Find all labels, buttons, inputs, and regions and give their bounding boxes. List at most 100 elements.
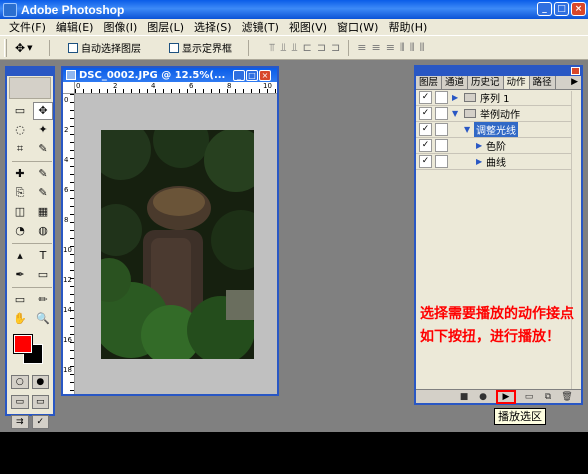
- eyedropper-tool-icon[interactable]: ✏: [33, 291, 53, 309]
- align-left-icon[interactable]: ⊏: [303, 41, 312, 55]
- collapse-triangle-icon[interactable]: ▼: [464, 125, 474, 134]
- zoom-tool-icon[interactable]: 🔍: [33, 310, 53, 328]
- collapse-triangle-icon[interactable]: ▼: [452, 109, 462, 118]
- tool-preset-picker[interactable]: ✥ ▼: [15, 41, 41, 55]
- panel-title-bar[interactable]: [416, 67, 581, 76]
- menu-filter[interactable]: 滤镜(T): [237, 19, 284, 35]
- clone-stamp-tool-icon[interactable]: ⎘: [10, 184, 30, 202]
- menu-layer[interactable]: 图层(L): [142, 19, 189, 35]
- distribute-right-icon[interactable]: ⦀: [420, 41, 425, 55]
- distribute-hcenter-icon[interactable]: ⦀: [410, 41, 415, 55]
- align-top-icon[interactable]: ⫪: [269, 41, 275, 55]
- align-right-icon[interactable]: ⊐: [331, 41, 340, 55]
- move-tool-icon[interactable]: ✥: [33, 102, 53, 120]
- expand-triangle-icon[interactable]: ▶: [452, 93, 462, 102]
- full-screen-menu-icon[interactable]: ▭: [31, 395, 49, 409]
- edit-in-imageready-icon[interactable]: ✓: [31, 415, 49, 429]
- foreground-color-swatch[interactable]: [13, 334, 33, 354]
- distribute-bottom-icon[interactable]: ≡: [386, 41, 395, 55]
- distribute-left-icon[interactable]: ⦀: [400, 41, 405, 55]
- new-set-icon[interactable]: ▭: [523, 392, 535, 402]
- dialog-toggle[interactable]: [435, 123, 448, 136]
- toggle-check-icon[interactable]: ✓: [419, 139, 432, 152]
- doc-minimize-button[interactable]: _: [233, 69, 245, 81]
- toggle-check-icon[interactable]: ✓: [419, 91, 432, 104]
- new-action-icon[interactable]: ⧉: [542, 392, 554, 402]
- checkbox-box[interactable]: [169, 42, 179, 53]
- panel-menu-arrow-icon[interactable]: ▶: [568, 76, 581, 89]
- toolbox-title-bar[interactable]: [7, 68, 53, 76]
- notes-tool-icon[interactable]: ▭: [10, 291, 30, 309]
- action-row-curves[interactable]: ✓ ▶ 曲线: [416, 154, 581, 170]
- menu-help[interactable]: 帮助(H): [383, 19, 432, 35]
- tab-actions[interactable]: 动作: [503, 76, 530, 89]
- tab-layers[interactable]: 图层: [416, 76, 443, 89]
- show-bounds-checkbox[interactable]: 显示定界框: [169, 40, 232, 55]
- slice-tool-icon[interactable]: ✎: [33, 140, 53, 158]
- distribute-top-icon[interactable]: ≡: [357, 41, 366, 55]
- quick-mask-mode-icon[interactable]: ●: [31, 375, 49, 389]
- doc-close-button[interactable]: ×: [259, 69, 271, 81]
- adobe-feather-logo[interactable]: [9, 77, 51, 99]
- marquee-tool-icon[interactable]: ▭: [10, 102, 30, 120]
- canvas-area[interactable]: [76, 95, 277, 394]
- stop-icon[interactable]: ■: [458, 392, 470, 402]
- gradient-tool-icon[interactable]: ▦: [33, 203, 53, 221]
- menu-image[interactable]: 图像(I): [98, 19, 142, 35]
- hand-tool-icon[interactable]: ✋: [10, 310, 30, 328]
- lasso-tool-icon[interactable]: ◌: [10, 121, 30, 139]
- standard-mode-icon[interactable]: ○: [11, 375, 29, 389]
- jump-to-imageready-icon[interactable]: ⇉: [11, 415, 29, 429]
- brush-tool-icon[interactable]: ✎: [33, 165, 53, 183]
- eraser-tool-icon[interactable]: ◫: [10, 203, 30, 221]
- action-row-set1[interactable]: ✓ ▶ 序列 1: [416, 90, 581, 106]
- action-row-levels[interactable]: ✓ ▶ 色阶: [416, 138, 581, 154]
- align-bottom-icon[interactable]: ⫫: [291, 41, 297, 55]
- vertical-ruler[interactable]: 0 2 4 6 8 10 12 14 16 18: [63, 94, 75, 394]
- toggle-check-icon[interactable]: ✓: [419, 107, 432, 120]
- align-vcenter-icon[interactable]: ⫫: [280, 41, 286, 55]
- type-tool-icon[interactable]: T: [33, 247, 53, 265]
- auto-select-layer-checkbox[interactable]: 自动选择图层: [68, 40, 141, 55]
- panel-close-icon[interactable]: [571, 67, 580, 75]
- menu-edit[interactable]: 编辑(E): [51, 19, 99, 35]
- tab-paths[interactable]: 路径: [530, 76, 556, 89]
- history-brush-tool-icon[interactable]: ✎: [33, 184, 53, 202]
- standard-screen-icon[interactable]: ▭: [11, 395, 29, 409]
- tab-channels[interactable]: 通道: [442, 76, 469, 89]
- action-row-adjust-light[interactable]: ✓ ▼ 调整光线: [416, 122, 581, 138]
- dialog-toggle[interactable]: [435, 107, 448, 120]
- dialog-toggle[interactable]: [435, 155, 448, 168]
- blur-tool-icon[interactable]: ◔: [10, 222, 30, 240]
- healing-brush-tool-icon[interactable]: ✚: [10, 165, 30, 183]
- play-selection-button[interactable]: ▶: [496, 389, 516, 404]
- ruler-origin[interactable]: [63, 82, 75, 94]
- menu-view[interactable]: 视图(V): [284, 19, 332, 35]
- doc-maximize-button[interactable]: □: [246, 69, 258, 81]
- horizontal-ruler[interactable]: 0 2 4 6 8 10: [75, 82, 277, 94]
- expand-triangle-icon[interactable]: ▶: [476, 157, 486, 166]
- dialog-toggle[interactable]: [435, 91, 448, 104]
- action-row-example[interactable]: ✓ ▼ 举例动作: [416, 106, 581, 122]
- maximize-button[interactable]: □: [554, 2, 569, 16]
- delete-icon[interactable]: 🗑: [561, 392, 573, 402]
- menu-window[interactable]: 窗口(W): [332, 19, 383, 35]
- record-icon[interactable]: ●: [477, 392, 489, 402]
- magic-wand-tool-icon[interactable]: ✦: [33, 121, 53, 139]
- document-title-bar[interactable]: DSC_0002.JPG @ 12.5%(... _ □ ×: [63, 68, 277, 82]
- dialog-toggle[interactable]: [435, 139, 448, 152]
- minimize-button[interactable]: _: [537, 2, 552, 16]
- photo-image[interactable]: [101, 130, 254, 359]
- distribute-vcenter-icon[interactable]: ≡: [371, 41, 380, 55]
- shape-tool-icon[interactable]: ▭: [33, 266, 53, 284]
- pen-tool-icon[interactable]: ✒: [10, 266, 30, 284]
- align-hcenter-icon[interactable]: ⊐: [317, 41, 326, 55]
- tab-history[interactable]: 历史记: [468, 76, 504, 89]
- crop-tool-icon[interactable]: ⌗: [10, 140, 30, 158]
- dodge-tool-icon[interactable]: ◍: [33, 222, 53, 240]
- menu-select[interactable]: 选择(S): [189, 19, 237, 35]
- menu-file[interactable]: 文件(F): [4, 19, 51, 35]
- options-grip[interactable]: [4, 38, 7, 57]
- toggle-check-icon[interactable]: ✓: [419, 155, 432, 168]
- expand-triangle-icon[interactable]: ▶: [476, 141, 486, 150]
